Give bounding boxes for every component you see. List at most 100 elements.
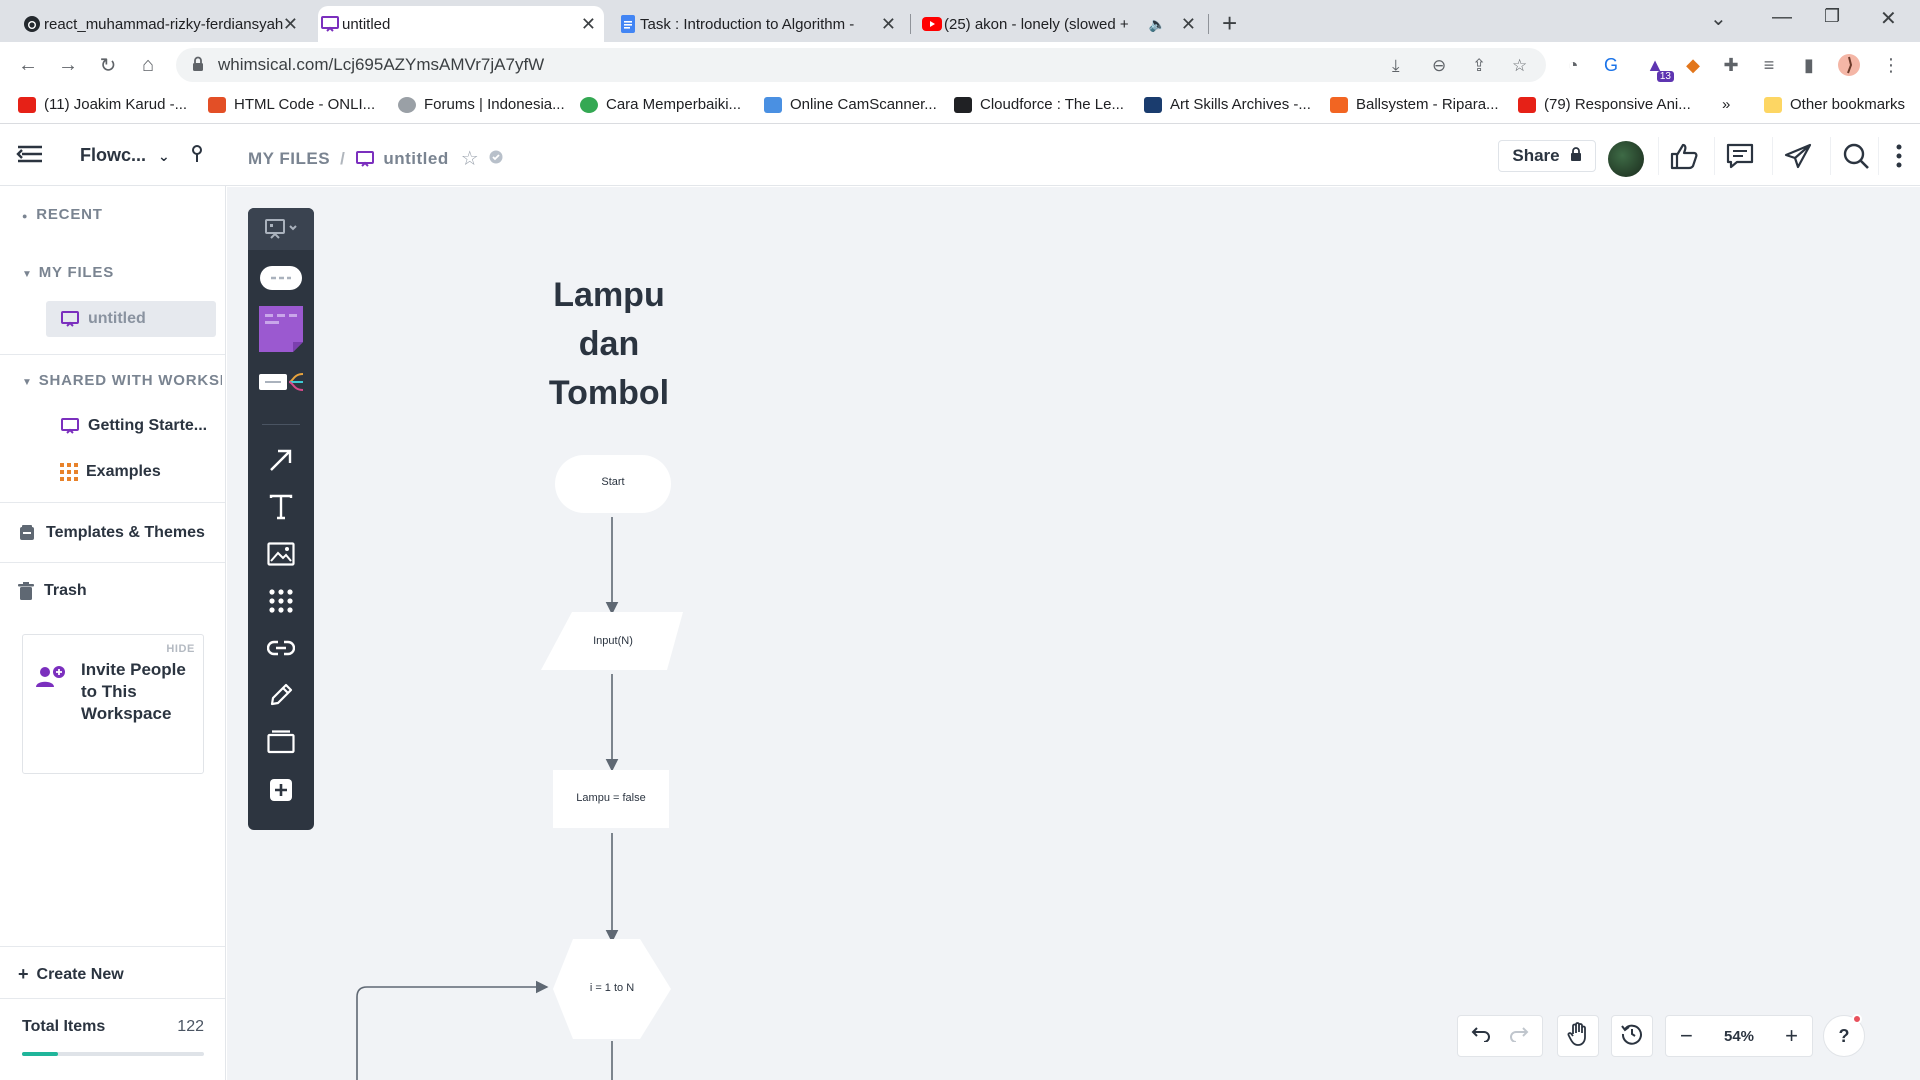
pencil-tool[interactable] [248, 673, 314, 717]
address-bar: ← → ↻ ⌂ whimsical.com/Lcj695AZYmsAMVr7jA… [0, 42, 1920, 88]
browser-tab-untitled[interactable]: untitled ✕ [318, 6, 604, 42]
grid-apps-tool[interactable] [248, 579, 314, 623]
grid-icon [60, 463, 78, 481]
bookmark-item[interactable]: Online CamScanner... [764, 96, 937, 113]
other-bookmarks[interactable]: Other bookmarks [1764, 96, 1905, 113]
board-title-text[interactable]: Lampu dan Tombol [527, 271, 691, 418]
send-icon[interactable] [1772, 137, 1822, 175]
reload-button[interactable]: ↻ [94, 51, 122, 79]
sidebar-item-examples[interactable]: Examples [46, 454, 216, 490]
star-icon[interactable]: ☆ [461, 146, 479, 171]
invite-card[interactable]: HIDE Invite People to This Workspace [22, 634, 204, 774]
speaker-icon[interactable]: 🔈 [1149, 16, 1166, 33]
profile-avatar[interactable] [1836, 52, 1862, 78]
translate-icon[interactable]: G [1598, 52, 1624, 78]
bookmark-item[interactable]: (11) Joakim Karud -... [18, 96, 187, 113]
bookmark-item[interactable]: Ballsystem - Ripara... [1330, 96, 1499, 113]
minimize-button[interactable]: — [1772, 6, 1792, 29]
section-my-files[interactable]: ▼ MY FILES [22, 264, 114, 281]
performance-icon[interactable]: ◔ [1560, 52, 1586, 78]
frame-tool[interactable] [248, 720, 314, 764]
section-recent[interactable]: ● RECENT [22, 206, 103, 223]
metamask-icon[interactable]: ◆ [1680, 52, 1706, 78]
close-icon[interactable]: ✕ [881, 14, 896, 35]
board-canvas[interactable]: Lampu dan Tombol Start Input(N) Lampu = … [227, 187, 1920, 1080]
extension-hat-icon[interactable]: ▲ 13 [1642, 52, 1674, 82]
avatar[interactable] [1608, 141, 1644, 177]
browser-tab-youtube[interactable]: (25) akon - lonely (slowed + 🔈 ✕ [920, 6, 1204, 42]
link-tool[interactable] [248, 626, 314, 670]
url-input[interactable]: whimsical.com/Lcj695AZYmsAMVr7jA7yfW ⤓ ⊖… [176, 48, 1546, 82]
bookmark-item[interactable]: Art Skills Archives -... [1144, 96, 1311, 113]
bookmark-item[interactable]: Forums | Indonesia... [398, 96, 565, 113]
connector-loop-back[interactable] [356, 980, 549, 1080]
mindmap-tool[interactable] [248, 360, 314, 404]
reading-list-icon[interactable]: ≡ [1756, 52, 1782, 78]
browser-tab-github[interactable]: react_muhammad-rizky-ferdiansyah ✕ [20, 6, 306, 42]
title-line: Lampu [553, 276, 665, 314]
zoom-out-button[interactable]: − [1680, 1023, 1693, 1049]
hide-button[interactable]: HIDE [166, 643, 195, 655]
share-button[interactable]: Share [1498, 140, 1596, 172]
restore-button[interactable]: ❐ [1824, 6, 1840, 27]
bookmark-item[interactable]: (79) Responsive Ani... [1518, 96, 1691, 113]
text-tool[interactable] [248, 485, 314, 529]
create-new-label: Create New [36, 965, 124, 983]
more-bookmarks-button[interactable]: » [1722, 96, 1730, 113]
zoom-in-button[interactable]: + [1785, 1023, 1798, 1049]
sidebar-link-label: Templates & Themes [46, 524, 205, 541]
templates-themes-link[interactable]: Templates & Themes [18, 524, 205, 542]
share-page-icon[interactable]: ⇪ [1472, 56, 1486, 76]
sidebar-item-getting-started[interactable]: Getting Starte... [46, 408, 216, 444]
redo-icon[interactable] [1509, 1026, 1529, 1047]
workspace-selector[interactable]: Flowc... ⌄ [80, 145, 170, 166]
undo-icon[interactable] [1471, 1026, 1491, 1047]
board-icon [60, 417, 80, 435]
board-type-selector[interactable] [248, 208, 314, 250]
history-button[interactable] [1611, 1015, 1653, 1057]
sticky-note-tool[interactable] [248, 301, 314, 357]
trash-link[interactable]: Trash [18, 582, 87, 600]
tab-search-icon[interactable]: ⌄ [1710, 6, 1727, 31]
zoom-level[interactable]: 54% [1724, 1028, 1754, 1045]
bookmark-label: HTML Code - ONLI... [234, 96, 376, 113]
side-panel-icon[interactable]: ▮ [1796, 52, 1822, 78]
sidebar-item-label: Getting Starte... [88, 417, 208, 434]
image-tool[interactable] [248, 532, 314, 576]
close-icon[interactable]: ✕ [283, 14, 298, 35]
sidebar-item-untitled[interactable]: untitled [46, 301, 216, 337]
bookmark-item[interactable]: Cara Memperbaiki... [580, 96, 741, 113]
connector-arrow-tool[interactable] [248, 438, 314, 482]
close-icon[interactable]: ✕ [581, 14, 596, 35]
browser-menu-icon[interactable]: ⋮ [1878, 52, 1904, 78]
comment-icon[interactable] [1714, 137, 1764, 175]
create-new-button[interactable]: + Create New [18, 964, 124, 985]
title-line: dan [578, 325, 640, 363]
browser-tab-docs[interactable]: Task : Introduction to Algorithm - ✕ [616, 6, 904, 42]
more-options-icon[interactable] [1878, 137, 1918, 175]
section-shared[interactable]: ▼ SHARED WITH WORKSPACE [22, 372, 222, 389]
pin-icon[interactable] [190, 144, 204, 169]
forward-button[interactable]: → [54, 51, 82, 79]
pan-hand-button[interactable] [1557, 1015, 1599, 1057]
breadcrumb-file-title[interactable]: untitled [383, 149, 448, 169]
bookmark-item[interactable]: HTML Code - ONLI... [208, 96, 375, 113]
window-close-button[interactable]: ✕ [1880, 6, 1897, 31]
bookmark-item[interactable]: Cloudforce : The Le... [954, 96, 1124, 113]
search-icon[interactable] [1830, 137, 1880, 175]
home-button[interactable]: ⌂ [134, 51, 162, 79]
like-icon[interactable] [1658, 137, 1708, 175]
close-icon[interactable]: ✕ [1181, 14, 1196, 35]
flowchart-shape-tool[interactable] [248, 256, 314, 300]
zoom-icon[interactable]: ⊖ [1432, 56, 1446, 76]
collapse-sidebar-icon[interactable] [14, 142, 44, 171]
new-tab-button[interactable]: + [1222, 8, 1237, 39]
bookmark-star-icon[interactable]: ☆ [1512, 56, 1527, 76]
install-icon[interactable]: ⤓ [1392, 56, 1400, 76]
breadcrumb-my-files[interactable]: MY FILES [248, 149, 330, 169]
board-icon [355, 150, 375, 168]
add-more-tool[interactable] [248, 768, 314, 812]
help-button[interactable]: ? [1823, 1014, 1865, 1057]
back-button[interactable]: ← [14, 51, 42, 79]
extensions-puzzle-icon[interactable]: ✚ [1718, 52, 1744, 78]
